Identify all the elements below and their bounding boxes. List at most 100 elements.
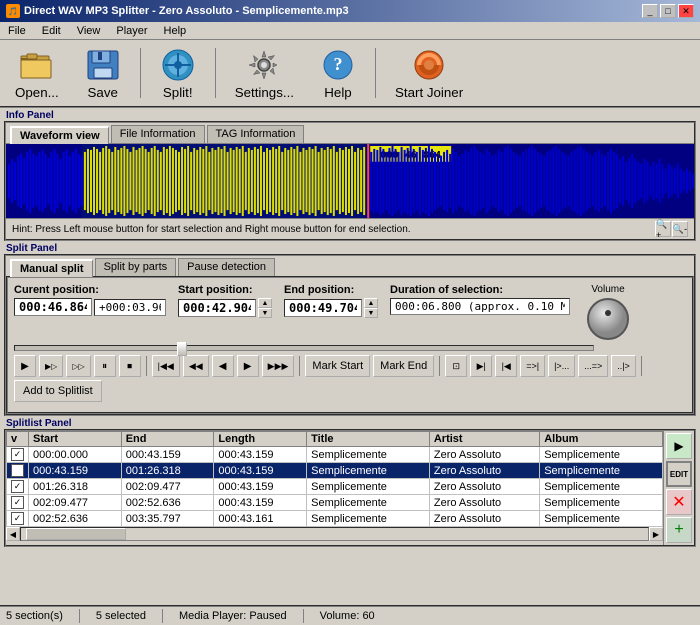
mark-start-button[interactable]: Mark Start	[305, 355, 370, 377]
row-checkbox[interactable]: ✓	[7, 447, 29, 463]
splitlist-play-button[interactable]: ▶	[666, 433, 692, 459]
table-row[interactable]: ✓ 002:09.477 002:52.636 000:43.159 Sempl…	[7, 495, 663, 511]
menu-view[interactable]: View	[73, 24, 105, 38]
col-checked[interactable]: v	[7, 432, 29, 447]
row-length: 000:43.161	[214, 511, 307, 527]
mark-end-button[interactable]: Mark End	[373, 355, 434, 377]
menu-edit[interactable]: Edit	[38, 24, 65, 38]
fwd-fast-button[interactable]: ▶▶▶	[262, 355, 295, 377]
nav5-button[interactable]: |>...	[548, 355, 575, 377]
nav7-button[interactable]: ..|>	[611, 355, 636, 377]
save-label: Save	[88, 85, 118, 100]
slider-thumb[interactable]	[177, 342, 187, 356]
trans-sep-1	[146, 356, 147, 376]
nav6-button[interactable]: ...=>	[578, 355, 608, 377]
col-title[interactable]: Title	[307, 432, 430, 447]
start-position-input[interactable]	[178, 299, 256, 317]
menu-file[interactable]: File	[4, 24, 30, 38]
waveform-display[interactable]: 000:46.864	[6, 143, 694, 218]
table-row[interactable]: ✓ 002:52.636 003:35.797 000:43.161 Sempl…	[7, 511, 663, 527]
fwd-button[interactable]: ▶	[237, 355, 259, 377]
row-checkbox[interactable]: ✓	[7, 511, 29, 527]
minimize-button[interactable]: _	[642, 4, 658, 18]
go-start-button[interactable]: |◀◀	[152, 355, 180, 377]
close-button[interactable]: ✕	[678, 4, 694, 18]
menu-player[interactable]: Player	[112, 24, 151, 38]
row-start: 002:09.477	[29, 495, 122, 511]
duration-group: Duration of selection:	[390, 284, 570, 315]
start-up-button[interactable]: ▲	[258, 298, 272, 308]
col-length[interactable]: Length	[214, 432, 307, 447]
tab-tag-info[interactable]: TAG Information	[207, 125, 305, 143]
row-checkbox[interactable]: ✓	[7, 495, 29, 511]
play-loop-button[interactable]: ▶▷	[39, 355, 63, 377]
table-row[interactable]: ✓ 001:26.318 002:09.477 000:43.159 Sempl…	[7, 479, 663, 495]
tab-waveform[interactable]: Waveform view	[10, 126, 109, 144]
col-end[interactable]: End	[121, 432, 214, 447]
tab-pause-detection[interactable]: Pause detection	[178, 258, 275, 276]
back-step-button[interactable]: ◀	[212, 355, 234, 377]
end-up-button[interactable]: ▲	[364, 298, 378, 308]
tab-split-by-parts[interactable]: Split by parts	[95, 258, 177, 276]
add-splitlist-button[interactable]: Add to Splitlist	[14, 380, 102, 402]
col-artist[interactable]: Artist	[429, 432, 539, 447]
play-sel-button[interactable]: ▷▷	[66, 355, 90, 377]
row-checkbox[interactable]: ✓	[7, 463, 29, 479]
toolbar-sep-1	[140, 48, 141, 98]
nav3-button[interactable]: |◀	[495, 355, 517, 377]
split-button[interactable]: Split!	[151, 44, 205, 103]
table-row[interactable]: ✓ 000:00.000 000:43.159 000:43.159 Sempl…	[7, 447, 663, 463]
col-album[interactable]: Album	[540, 432, 663, 447]
pause-button[interactable]: ⏸	[94, 355, 116, 377]
start-spinner: ▲ ▼	[258, 298, 272, 318]
end-down-button[interactable]: ▼	[364, 308, 378, 318]
open-button[interactable]: Open...	[6, 44, 68, 103]
rewind-button[interactable]: ◀◀	[183, 355, 209, 377]
nav1-button[interactable]: ⊡	[445, 355, 467, 377]
position-slider[interactable]	[14, 345, 594, 351]
row-artist: Zero Assoluto	[429, 479, 539, 495]
checkbox-3[interactable]: ✓	[11, 496, 24, 509]
play-button[interactable]: ▶	[14, 355, 36, 377]
maximize-button[interactable]: □	[660, 4, 676, 18]
checkbox-0[interactable]: ✓	[11, 448, 24, 461]
help-button[interactable]: ? Help	[311, 44, 365, 103]
menu-help[interactable]: Help	[160, 24, 191, 38]
nav2-button[interactable]: ▶|	[470, 355, 492, 377]
table-row[interactable]: ✓ 000:43.159 001:26.318 000:43.159 Sempl…	[7, 463, 663, 479]
duration-input[interactable]	[390, 298, 570, 315]
scrollbar-thumb[interactable]	[26, 528, 126, 540]
scroll-right-button[interactable]: ▶	[649, 527, 663, 541]
settings-button[interactable]: Settings...	[226, 44, 303, 103]
nav4-button[interactable]: =>|	[520, 355, 545, 377]
checkbox-4[interactable]: ✓	[11, 512, 24, 525]
splitlist-edit-button[interactable]: EDIT	[666, 461, 692, 487]
scroll-left-button[interactable]: ◀	[6, 527, 20, 541]
joiner-label: Start Joiner	[395, 85, 463, 100]
tab-file-info[interactable]: File Information	[111, 125, 205, 143]
row-album: Semplicemente	[540, 463, 663, 479]
duration-label: Duration of selection:	[390, 284, 570, 296]
splitlist-add-button[interactable]: +	[666, 517, 692, 543]
end-position-input[interactable]	[284, 299, 362, 317]
zoom-in-button[interactable]: 🔍+	[655, 221, 671, 237]
position-offset-input[interactable]	[94, 299, 166, 316]
row-checkbox[interactable]: ✓	[7, 479, 29, 495]
tab-manual-split[interactable]: Manual split	[10, 259, 93, 277]
zoom-out-button[interactable]: 🔍-	[672, 221, 688, 237]
row-album: Semplicemente	[540, 447, 663, 463]
checkbox-1[interactable]: ✓	[11, 464, 24, 477]
splitlist-delete-button[interactable]: ✕	[666, 489, 692, 515]
save-icon	[85, 47, 121, 83]
start-down-button[interactable]: ▼	[258, 308, 272, 318]
current-position-input[interactable]	[14, 298, 92, 316]
h-scrollbar[interactable]: ◀ ▶	[6, 527, 663, 541]
stop-button[interactable]: ⏹	[119, 355, 141, 377]
col-start[interactable]: Start	[29, 432, 122, 447]
volume-knob-container[interactable]	[586, 297, 630, 341]
joiner-button[interactable]: Start Joiner	[386, 44, 472, 103]
status-bar: 5 section(s) 5 selected Media Player: Pa…	[0, 605, 700, 625]
save-button[interactable]: Save	[76, 44, 130, 103]
help-icon: ?	[320, 47, 356, 83]
checkbox-2[interactable]: ✓	[11, 480, 24, 493]
